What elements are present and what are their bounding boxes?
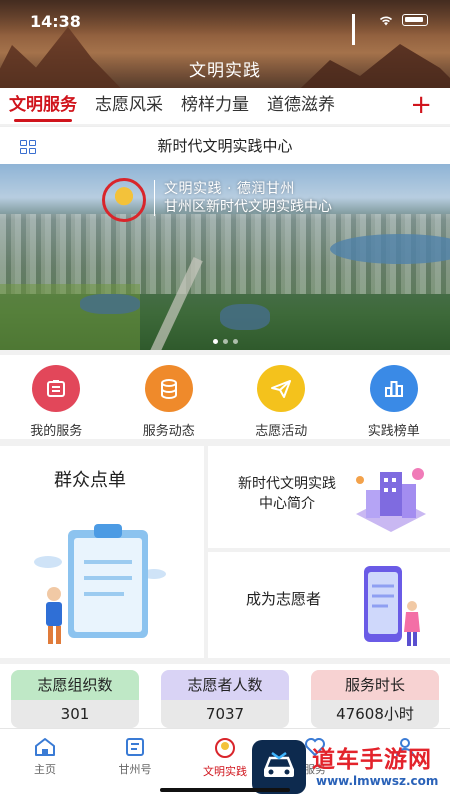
banner-carousel[interactable]: 文明实践 · 德润甘州 甘州区新时代文明实践中心 bbox=[0, 164, 450, 350]
card-title: 群众点单 bbox=[54, 470, 126, 491]
wifi-icon bbox=[379, 16, 393, 26]
document-icon bbox=[32, 365, 81, 412]
tab-civil-service[interactable]: 文明服务 bbox=[0, 88, 86, 124]
stat-volunteer-count[interactable]: 志愿者人数 7037 bbox=[161, 670, 289, 728]
paper-plane-icon bbox=[257, 365, 306, 412]
banner-slogan: 文明实践 · 德润甘州 bbox=[164, 181, 295, 197]
tab-moral[interactable]: 道德滋养 bbox=[258, 88, 344, 124]
news-icon bbox=[126, 738, 144, 756]
civilization-logo-icon bbox=[215, 738, 235, 758]
city-building-illustration bbox=[356, 468, 426, 532]
card-public-order[interactable]: 群众点单 bbox=[0, 446, 204, 658]
civilization-logo-icon bbox=[102, 178, 146, 222]
card-title: 新时代文明实践中心简介 bbox=[238, 476, 336, 512]
quick-volunteer-activity[interactable]: 志愿活动 bbox=[231, 355, 331, 439]
battery-icon bbox=[402, 14, 428, 26]
status-time: 14:38 bbox=[30, 12, 81, 31]
signal-icon bbox=[352, 14, 370, 45]
banner-subtitle: 甘州区新时代文明实践中心 bbox=[164, 199, 332, 215]
quick-my-service[interactable]: 我的服务 bbox=[6, 355, 106, 439]
card-title: 成为志愿者 bbox=[246, 590, 322, 608]
quick-practice-ranking[interactable]: 实践榜单 bbox=[344, 355, 444, 439]
quick-links: 我的服务 服务动态 志愿活动 实践榜单 bbox=[0, 355, 450, 439]
statistics: 志愿组织数 301 志愿者人数 7037 服务时长 47608小时 bbox=[0, 664, 450, 728]
home-icon bbox=[35, 738, 55, 756]
status-icons bbox=[352, 14, 428, 45]
watermark-title: 道车手游网 bbox=[312, 747, 432, 773]
section-title: 新时代文明实践中心 bbox=[157, 137, 293, 155]
page-title: 文明实践 bbox=[189, 61, 261, 81]
card-center-intro[interactable]: 新时代文明实践中心简介 bbox=[208, 446, 450, 548]
quick-service-news[interactable]: 服务动态 bbox=[119, 355, 219, 439]
header-banner: 14:38 文明实践 bbox=[0, 0, 450, 88]
nav-home[interactable]: 主页 bbox=[0, 729, 90, 800]
ranking-icon bbox=[369, 365, 418, 412]
clipboard-illustration bbox=[34, 524, 166, 644]
feature-cards: 群众点单 新时代文明实践中心简介 成为志愿者 bbox=[0, 446, 450, 658]
phone-volunteer-illustration bbox=[364, 566, 420, 646]
stat-volunteer-orgs[interactable]: 志愿组织数 301 bbox=[11, 670, 139, 728]
tab-role-models[interactable]: 榜样力量 bbox=[172, 88, 258, 124]
stat-service-hours[interactable]: 服务时长 47608小时 bbox=[311, 670, 439, 728]
tab-volunteer-style[interactable]: 志愿风采 bbox=[86, 88, 172, 124]
watermark-logo-icon bbox=[252, 740, 306, 794]
category-tabs: 文明服务 志愿风采 榜样力量 道德滋养 bbox=[0, 88, 450, 124]
card-become-volunteer[interactable]: 成为志愿者 bbox=[208, 552, 450, 658]
section-header: 新时代文明实践中心 bbox=[0, 126, 450, 164]
home-indicator bbox=[160, 788, 290, 792]
carousel-dots bbox=[0, 339, 450, 344]
add-tab-button[interactable]: + bbox=[410, 88, 432, 122]
database-icon bbox=[144, 365, 193, 412]
watermark-url: www.lmwwsz.com bbox=[316, 774, 439, 788]
